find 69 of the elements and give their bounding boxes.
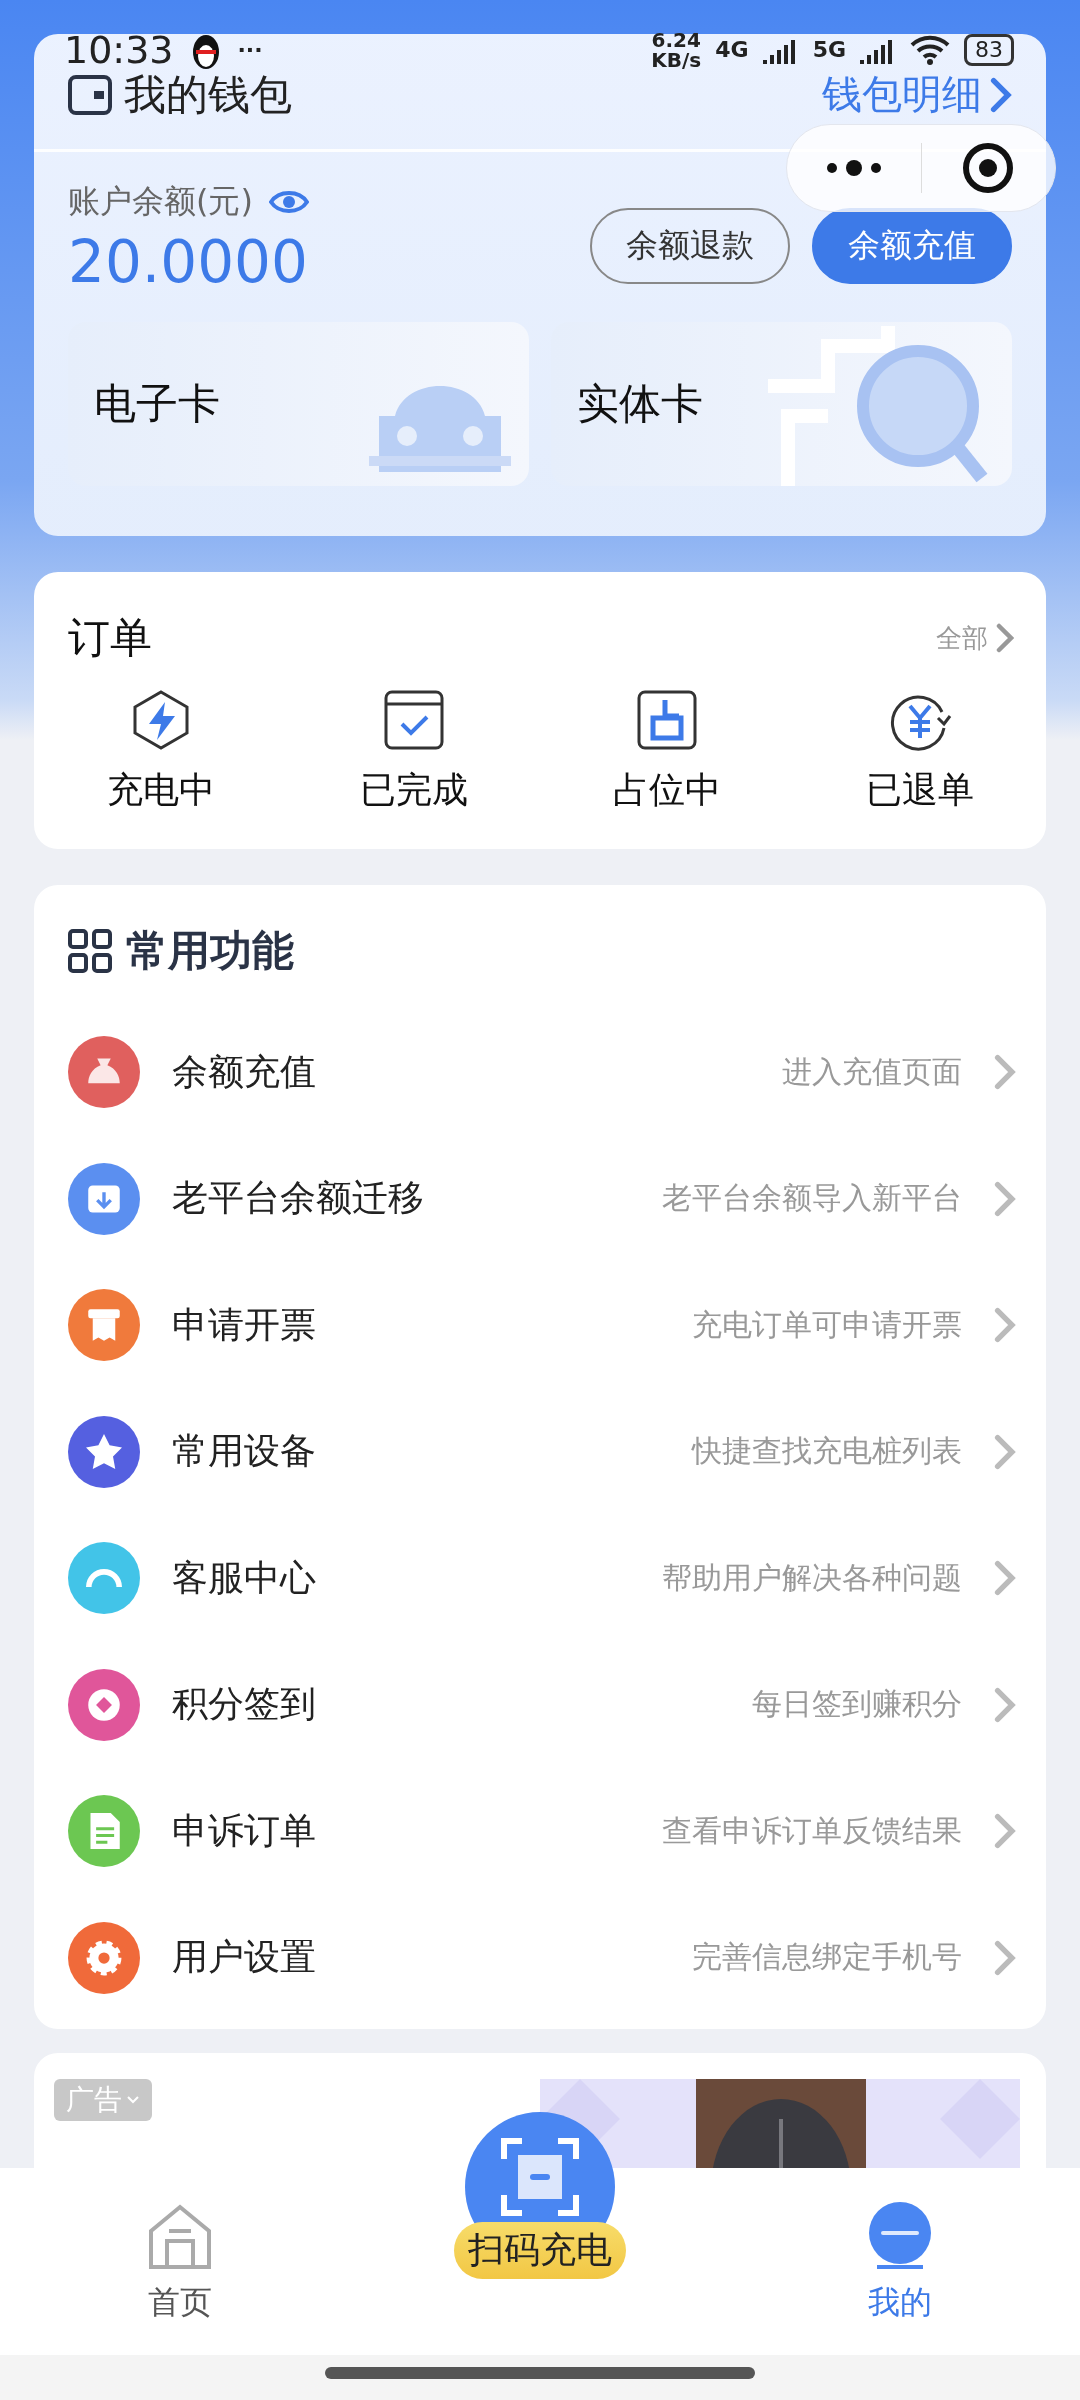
function-hint: 快捷查找充电桩列表 (692, 1432, 963, 1471)
function-hint: 每日签到赚积分 (752, 1685, 963, 1724)
function-row[interactable]: 客服中心 帮助用户解决各种问题 (34, 1515, 1046, 1642)
function-label: 积分签到 (172, 1682, 317, 1727)
function-label: 客服中心 (172, 1555, 317, 1600)
order-status-button[interactable]: 已退单 (793, 688, 1046, 815)
function-row[interactable]: 用户设置 完善信息绑定手机号 (34, 1894, 1046, 2021)
function-hint: 进入充值页面 (782, 1052, 963, 1091)
gear-icon (68, 1921, 140, 1994)
orders-title: 订单 (68, 612, 152, 664)
function-hint: 查看申诉订单反馈结果 (662, 1811, 963, 1850)
balance-label: 账户余额(元) (68, 181, 253, 222)
chevron-right-icon (994, 1686, 1016, 1723)
service-icon (68, 1542, 140, 1615)
function-label: 用户设置 (172, 1935, 317, 1980)
grid-icon (68, 929, 112, 973)
chevron-right-icon (994, 1560, 1016, 1597)
function-row[interactable]: 常用设备 快捷查找充电桩列表 (34, 1388, 1046, 1515)
wallet-detail-link[interactable]: 钱包明细 (822, 67, 1012, 122)
chevron-right-icon (990, 76, 1012, 113)
network-type: 4G (715, 39, 749, 61)
caret-icon (126, 2095, 140, 2105)
points-icon (68, 1668, 140, 1741)
profile-icon (867, 2201, 933, 2271)
chevron-right-icon (994, 1180, 1016, 1217)
function-hint: 充电订单可申请开票 (692, 1305, 963, 1344)
functions-title: 常用功能 (126, 925, 294, 977)
function-row[interactable]: 申请开票 充电订单可申请开票 (34, 1262, 1046, 1389)
bag-icon (68, 1036, 140, 1109)
chevron-right-icon (994, 1813, 1016, 1850)
order-status-button[interactable]: 占位中 (540, 688, 793, 815)
balance-amount: 20.0000 (68, 228, 309, 296)
order-status-button[interactable]: 已完成 (287, 688, 540, 815)
function-hint: 老平台余额导入新平台 (662, 1179, 963, 1218)
wallet-icon (68, 74, 112, 115)
wifi-icon (910, 35, 950, 65)
order-status-button[interactable]: 充电中 (34, 688, 287, 815)
function-label: 余额充值 (172, 1049, 317, 1094)
scan-button[interactable]: 扫码充电 (454, 2112, 626, 2279)
doc-icon (68, 1795, 140, 1868)
network-speed: 6.24 KB/s (651, 30, 702, 70)
refund-button[interactable]: 余额退款 (590, 208, 790, 284)
nav-label: 首页 (148, 2282, 212, 2323)
invoice-icon (68, 1289, 140, 1362)
nav-tab[interactable]: 首页 (0, 2168, 360, 2355)
target-icon (962, 142, 1015, 194)
chevron-right-icon (996, 623, 1014, 653)
eye-icon[interactable] (268, 189, 309, 215)
function-label: 常用设备 (172, 1429, 317, 1474)
function-hint: 完善信息绑定手机号 (692, 1938, 963, 1977)
chevron-right-icon (994, 1054, 1016, 1091)
function-row[interactable]: 老平台余额迁移 老平台余额导入新平台 (34, 1135, 1046, 1262)
network-type: 5G (812, 39, 846, 61)
function-hint: 帮助用户解决各种问题 (662, 1558, 963, 1597)
card-label: 电子卡 (94, 378, 220, 430)
card-label: 实体卡 (577, 378, 703, 430)
chevron-right-icon (994, 1433, 1016, 1470)
nav-tab[interactable]: 我的 (720, 2168, 1080, 2355)
import-icon (68, 1162, 140, 1235)
function-row[interactable]: 积分签到 每日签到赚积分 (34, 1641, 1046, 1768)
function-label: 申诉订单 (172, 1808, 317, 1853)
chevron-right-icon (994, 1307, 1016, 1344)
chevron-right-icon (994, 1939, 1016, 1976)
function-row[interactable]: 余额充值 进入充值页面 (34, 1009, 1046, 1136)
function-row[interactable]: 申诉订单 查看申诉订单反馈结果 (34, 1768, 1046, 1895)
status-more: ··· (237, 39, 263, 61)
function-label: 申请开票 (172, 1302, 317, 1347)
function-label: 老平台余额迁移 (172, 1176, 425, 1221)
nav-label: 我的 (868, 2282, 932, 2323)
